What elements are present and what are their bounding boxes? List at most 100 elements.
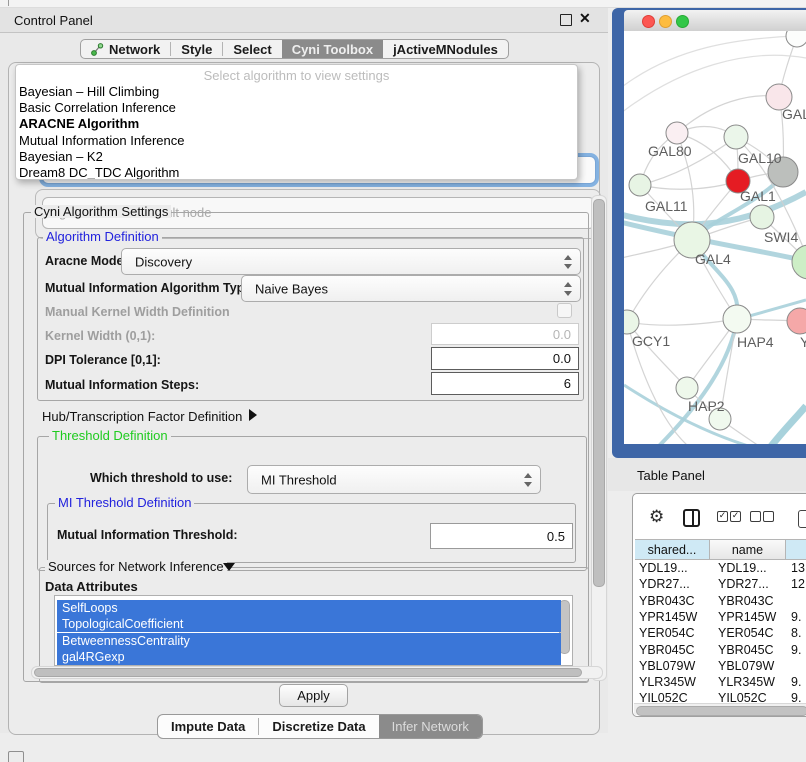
table-cell[interactable]: 9. [791,610,806,624]
table-cell[interactable]: YDL19... [718,561,788,575]
network-node-GAL11[interactable] [629,174,651,196]
network-node-HAP4[interactable] [723,305,751,333]
mi-type-combo[interactable]: Naive Bayes [241,275,581,302]
table-cell[interactable]: YDR27... [718,577,788,591]
table-cell[interactable]: YLR345W [639,675,709,689]
table-row[interactable]: YLR345WYLR345W9. [633,674,806,690]
table-cell[interactable]: YIL052C [639,691,709,703]
kernel-width-field[interactable]: 0.0 [431,323,579,345]
float-window-icon[interactable] [560,14,572,26]
table-row[interactable]: YIL052CYIL052C9. [633,690,806,703]
checked-box-icon[interactable]: ✓ [717,511,728,522]
network-node-GAL10[interactable] [724,125,748,149]
settings-hscrollbar-track[interactable] [31,666,603,679]
mi-threshold-field[interactable]: 0.5 [430,523,573,549]
table-cell[interactable]: 12 [791,577,806,591]
docked-panel-icon[interactable] [8,751,24,762]
close-icon[interactable]: ✕ [579,10,591,27]
minimize-button[interactable] [659,15,672,28]
network-view-window[interactable]: GALGAL80GAL10GAL1GAL11SWI4GAL4GCY1HAP4YH… [612,8,806,458]
table-cell[interactable]: YLR345W [718,675,788,689]
table-cell[interactable]: YER054C [718,626,788,640]
table-cell[interactable]: YBL079W [718,659,788,673]
network-node-HAP2[interactable] [676,377,698,399]
settings-vscrollbar-thumb[interactable] [593,199,605,587]
dpi-tolerance-field[interactable]: 0.0 [431,347,579,370]
table-cell[interactable]: YDR27... [639,577,709,591]
network-node-GCY1[interactable] [624,310,639,334]
tab-select[interactable]: Select [223,40,281,58]
table-row[interactable]: YBL079W YBL079W [633,658,806,674]
manual-kernel-checkbox[interactable] [557,303,572,318]
table-cell[interactable]: 8. [791,626,806,640]
close-button[interactable] [642,15,655,28]
dropdown-item[interactable]: ARACNE Algorithm [19,116,139,131]
tab-impute-data[interactable]: Impute Data [158,715,258,738]
table-cell[interactable]: YIL052C [718,691,788,703]
sources-title[interactable]: Sources for Network Inference [45,560,227,573]
column-header-partial[interactable]: A [786,539,806,560]
table-cell[interactable]: 9. [791,691,806,703]
zoom-button[interactable] [676,15,689,28]
attribute-list-item[interactable]: gal4RGexp [57,649,561,665]
data-attributes-list[interactable]: SelfLoopsTopologicalCoefficientBetweenne… [54,595,573,666]
split-view-icon[interactable] [683,509,700,527]
unchecked-box-icon[interactable] [750,511,761,522]
dropdown-item[interactable]: Bayesian – Hill Climbing [19,84,159,99]
tab-discretize-data[interactable]: Discretize Data [259,715,378,738]
which-threshold-combo[interactable]: MI Threshold [247,465,541,494]
table-cell[interactable]: YBR045C [718,643,788,657]
attribute-list-item[interactable]: BetweennessCentrality [57,633,561,649]
table-row[interactable]: YDL19...YDL19...13 [633,560,806,576]
column-header-shared-name[interactable]: shared... [635,539,710,560]
collapse-arrow-icon[interactable] [223,563,235,571]
dropdown-item[interactable]: Dream8 DC_TDC Algorithm [19,165,179,180]
table-row[interactable]: YPR145WYPR145W9. [633,609,806,625]
table-cell[interactable]: YER054C [639,626,709,640]
dropdown-item[interactable]: Basic Correlation Inference [19,100,176,115]
table-row[interactable]: YBR045CYBR045C9. [633,642,806,658]
network-window-titlebar[interactable] [624,10,806,32]
table-cell[interactable]: YPR145W [639,610,709,624]
table-cell[interactable]: YDL19... [639,561,709,575]
attribute-list-item[interactable]: TopologicalCoefficient [57,616,561,632]
checked-box-icon[interactable]: ✓ [730,511,741,522]
tab-network[interactable]: Network [81,40,170,58]
network-node-SWI4[interactable] [750,205,774,229]
partial-toolbar-icon[interactable] [798,510,806,528]
tab-style[interactable]: Style [171,40,222,58]
gear-icon[interactable]: ⚙ [649,509,664,526]
attribute-list-item[interactable]: SelfLoops [57,600,561,616]
hub-definition-label[interactable]: Hub/Transcription Factor Definition [42,409,242,424]
column-header-name[interactable]: name [710,539,786,560]
network-node-node-salmon[interactable] [787,308,806,334]
table-cell[interactable]: 9. [791,675,806,689]
unchecked-box-icon[interactable] [763,511,774,522]
mi-steps-field[interactable]: 6 [431,372,579,395]
table-cell[interactable]: YBR045C [639,643,709,657]
table-row[interactable]: YDR27...YDR27...12 [633,576,806,592]
table-row[interactable]: YER054CYER054C8. [633,625,806,641]
aracne-mode-combo[interactable]: Discovery [121,248,581,275]
settings-hscrollbar-thumb[interactable] [34,668,582,677]
dropdown-item[interactable]: Mutual Information Inference [19,133,184,148]
tab-cyni-toolbox[interactable]: Cyni Toolbox [282,40,383,58]
table-cell[interactable]: 9. [791,643,806,657]
network-node-node-top[interactable] [786,31,806,47]
table-hscrollbar-track[interactable] [634,703,806,715]
table-cell[interactable]: 13 [791,561,806,575]
network-node-node-green-right[interactable] [792,245,806,279]
network-canvas[interactable]: GALGAL80GAL10GAL1GAL11SWI4GAL4GCY1HAP4YH… [624,31,806,444]
table-hscrollbar-thumb[interactable] [636,706,806,716]
expand-arrow-icon[interactable] [249,409,257,421]
network-node-GAL80[interactable] [666,122,688,144]
tab-infer-network[interactable]: Infer Network [379,715,482,738]
table-row[interactable]: YBR043C YBR043C [633,593,806,609]
table-cell[interactable]: YPR145W [718,610,788,624]
table-cell[interactable]: YBR043C [718,594,788,608]
apply-button[interactable]: Apply [279,684,348,707]
table-cell[interactable]: YBL079W [639,659,709,673]
table-cell[interactable]: YBR043C [639,594,709,608]
tab-jactivemnodules[interactable]: jActiveMNodules [383,40,508,58]
dropdown-item[interactable]: Bayesian – K2 [19,149,103,164]
